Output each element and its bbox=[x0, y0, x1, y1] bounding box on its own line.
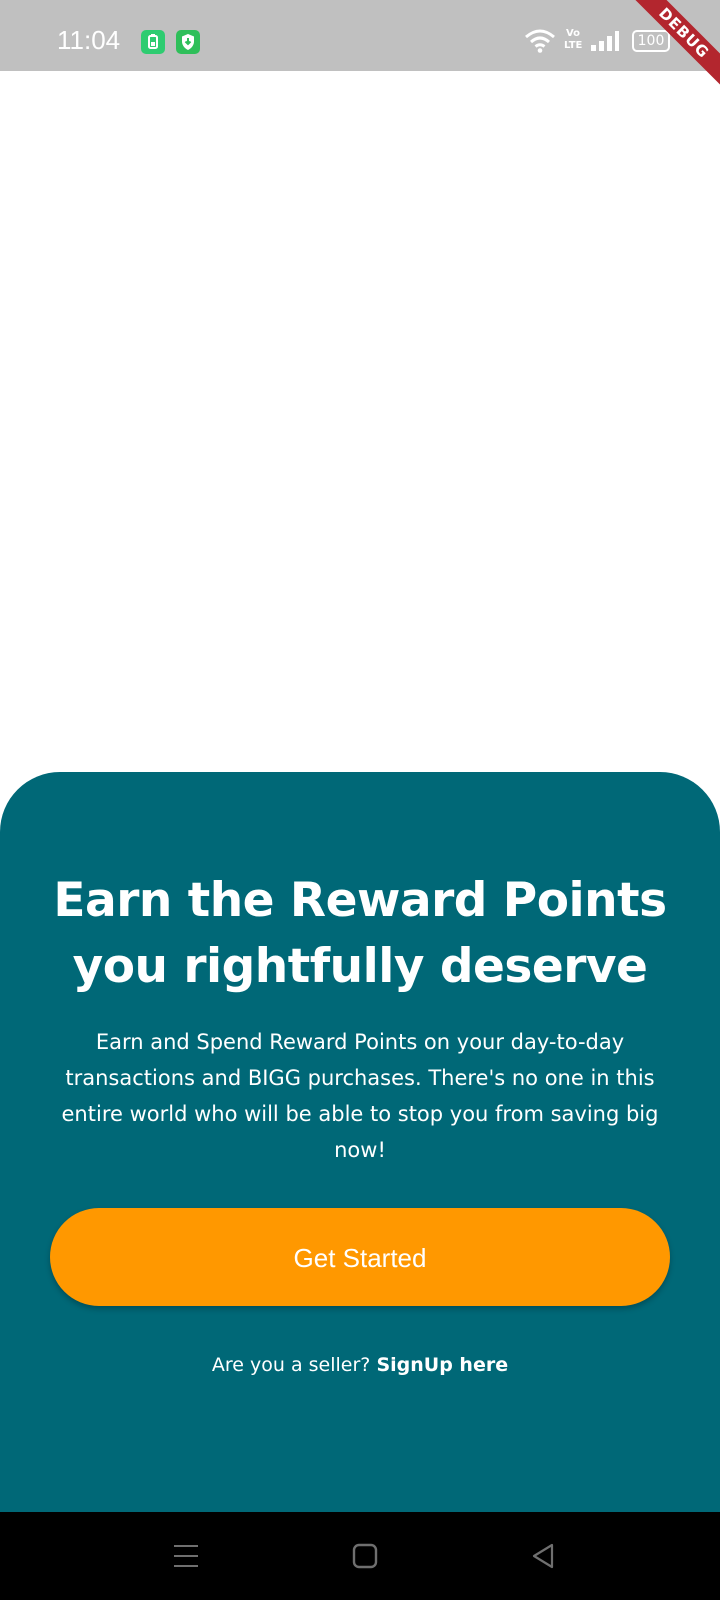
seller-signup-link[interactable]: SignUp here bbox=[376, 1354, 508, 1376]
back-icon bbox=[532, 1543, 554, 1569]
menu-icon bbox=[174, 1545, 198, 1567]
headline-line-1: Earn the Reward Points bbox=[53, 873, 667, 928]
recent-apps-button[interactable] bbox=[146, 1512, 226, 1600]
status-bar: 11:04 Vo LTE 100 DEBUG bbox=[0, 0, 720, 98]
headline-line-2: you rightfully deserve bbox=[72, 939, 648, 994]
battery-saver-icon bbox=[141, 30, 165, 54]
welcome-screen: 11:04 Vo LTE 100 DEBUG Earn the Reward P… bbox=[0, 0, 720, 1600]
seller-prompt: Are you a seller? bbox=[211, 1354, 371, 1376]
home-icon bbox=[352, 1543, 378, 1569]
wifi-icon bbox=[525, 29, 555, 53]
signal-icon bbox=[591, 31, 619, 51]
seller-signup-line: Are you a seller? SignUp here bbox=[0, 1350, 720, 1380]
status-time: 11:04 bbox=[57, 25, 121, 55]
headline: Earn the Reward Points you rightfully de… bbox=[20, 868, 700, 1000]
battery-level: 100 bbox=[637, 33, 665, 49]
onboarding-card: Earn the Reward Points you rightfully de… bbox=[0, 772, 720, 1512]
shield-icon bbox=[176, 30, 200, 54]
description-text: Earn and Spend Reward Points on your day… bbox=[61, 1030, 659, 1162]
battery-icon: 100 bbox=[632, 30, 670, 52]
navigation-bar bbox=[0, 1512, 720, 1600]
home-button[interactable] bbox=[325, 1512, 405, 1600]
get-started-button[interactable]: Get Started bbox=[50, 1208, 670, 1306]
volte-icon: Vo LTE bbox=[564, 28, 583, 51]
back-button[interactable] bbox=[503, 1512, 583, 1600]
